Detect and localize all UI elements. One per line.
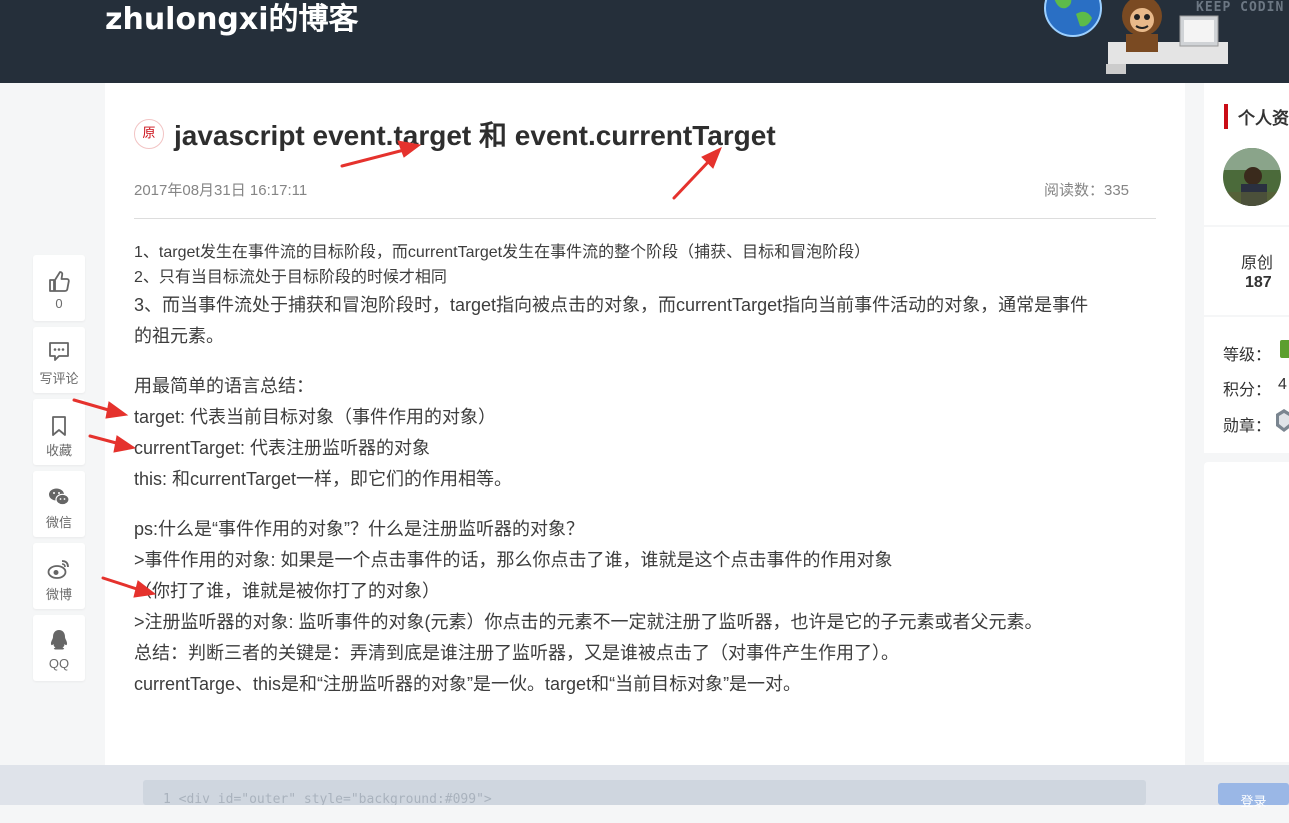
article-content: 1、target发生在事件流的目标阶段，而currentTarget发生在事件流… bbox=[134, 240, 1164, 700]
comment-icon bbox=[49, 342, 69, 361]
paragraph: ps:什么是“事件作用的对象”？什么是注册监听器的对象？ bbox=[134, 519, 584, 539]
code-line: 1 <div id="outer" style="background:#099… bbox=[163, 792, 492, 805]
wechat-icon bbox=[49, 488, 70, 506]
sidebar-blank-card bbox=[1204, 462, 1289, 762]
paragraph: 用最简单的语言总结： bbox=[134, 376, 314, 396]
code-block: 1 <div id="outer" style="background:#099… bbox=[143, 780, 1146, 805]
login-button[interactable]: 登录 bbox=[1218, 783, 1289, 810]
article-title: javascript event.target 和 event.currentT… bbox=[174, 120, 776, 151]
points-label: 积分： bbox=[1223, 382, 1272, 399]
bookmark-icon bbox=[52, 416, 66, 436]
like-button[interactable]: 0 bbox=[33, 255, 85, 321]
paragraph: 的祖元素。 bbox=[134, 326, 224, 346]
medal-icon[interactable] bbox=[1276, 408, 1289, 434]
profile-accent-bar bbox=[1224, 104, 1228, 129]
blog-header: zhulongxi的博客 KEEP CODIN bbox=[0, 0, 1289, 83]
original-count: 187 bbox=[1245, 274, 1272, 291]
divider bbox=[134, 218, 1156, 219]
paragraph: 1、target发生在事件流的目标阶段，而currentTarget发生在事件流… bbox=[134, 244, 871, 261]
profile-title: 个人资 bbox=[1238, 109, 1289, 128]
points-value: 4 bbox=[1278, 376, 1287, 393]
weibo-share-button[interactable]: 微博 bbox=[33, 543, 85, 609]
weibo-label: 微博 bbox=[45, 587, 72, 602]
paragraph: 总结：判断三者的关键是：弄清到底是谁注册了监听器，又是谁被点击了（对事件产生作用… bbox=[134, 643, 899, 663]
comment-label: 写评论 bbox=[39, 371, 79, 386]
level-badge bbox=[1280, 340, 1289, 358]
paragraph: target: 代表当前目标对象（事件作用的对象） bbox=[134, 407, 497, 427]
level-label: 等级： bbox=[1223, 347, 1272, 364]
qq-label: QQ bbox=[48, 656, 70, 671]
paragraph: >事件作用的对象: 如果是一个点击事件的话，那么你点击了谁，谁就是这个点击事件的… bbox=[134, 550, 893, 570]
paragraph: >注册监听器的对象: 监听事件的对象(元素）你点击的元素不一定就注册了监听器，也… bbox=[134, 612, 1043, 632]
collect-label: 收藏 bbox=[45, 443, 72, 458]
original-label: 原创 bbox=[1241, 255, 1274, 272]
qq-share-button[interactable]: QQ bbox=[33, 615, 85, 681]
thumbs-up-icon bbox=[49, 271, 70, 292]
paragraph: currentTarge、this是和“注册监听器的对象”是一伙。target和… bbox=[134, 674, 802, 694]
blog-title[interactable]: zhulongxi的博客 bbox=[105, 0, 359, 38]
collect-button[interactable]: 收藏 bbox=[33, 399, 85, 465]
paragraph: 2、只有当目标流处于目标阶段的时候才相同 bbox=[134, 269, 447, 286]
paragraph: （你打了谁，谁就是被你打了的对象） bbox=[134, 581, 440, 601]
wechat-label: 微信 bbox=[45, 515, 72, 530]
banner-text: KEEP CODIN bbox=[1196, 0, 1285, 15]
wechat-share-button[interactable]: 微信 bbox=[33, 471, 85, 537]
like-count: 0 bbox=[55, 296, 63, 311]
qq-icon bbox=[50, 630, 68, 650]
weibo-icon bbox=[47, 560, 69, 579]
original-badge: 原 bbox=[134, 119, 164, 149]
paragraph: 3、而当事件流处于捕获和冒泡阶段时，target指向被点击的对象，而curren… bbox=[134, 295, 1089, 315]
avatar-image bbox=[1223, 148, 1281, 206]
comment-button[interactable]: 写评论 bbox=[33, 327, 85, 393]
medal-label: 勋章： bbox=[1223, 418, 1272, 435]
article-date: 2017年08月31日 16:17:11 bbox=[134, 182, 308, 199]
article-views: 阅读数：335 bbox=[1044, 182, 1130, 199]
avatar[interactable] bbox=[1223, 148, 1281, 206]
paragraph: currentTarget: 代表注册监听器的对象 bbox=[134, 438, 431, 458]
paragraph: this: 和currentTarget一样，即它们的作用相等。 bbox=[134, 469, 513, 489]
